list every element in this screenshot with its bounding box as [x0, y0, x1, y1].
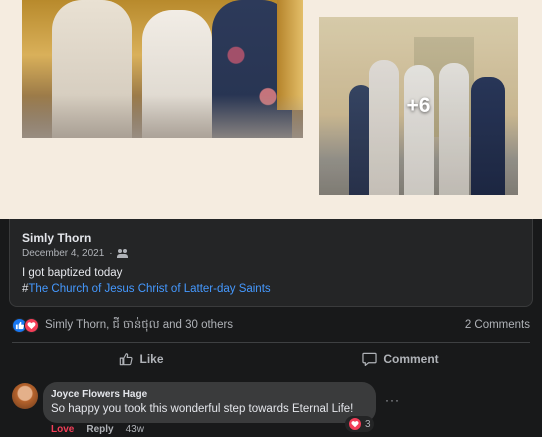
post-photo-main[interactable]: [22, 0, 303, 138]
shared-post-author[interactable]: Simly Thorn: [22, 231, 91, 245]
comments-count[interactable]: 2 Comments: [465, 319, 530, 331]
comment-reactions[interactable]: 3: [345, 416, 374, 432]
comment-button[interactable]: Comment: [271, 346, 530, 372]
like-button[interactable]: Like: [12, 346, 271, 372]
love-reaction-button[interactable]: Love: [51, 424, 74, 435]
photo-grid: +6: [0, 0, 542, 219]
comment-author[interactable]: Joyce Flowers Hage: [51, 389, 147, 400]
post-actions: Like Comment: [12, 346, 530, 372]
reactions-summary: Simly Thorn, ជី ចាន់ថុល and 30 others 2 …: [12, 317, 530, 333]
friends-icon: [116, 249, 128, 258]
shared-post-hashtag: #The Church of Jesus Christ of Latter-da…: [22, 283, 271, 295]
comment-actions: Love Reply 43w: [51, 424, 144, 435]
shared-post-date[interactable]: December 4, 2021: [22, 248, 104, 259]
divider: [12, 342, 530, 343]
thumbs-up-icon: [119, 352, 134, 366]
photo-frame: [277, 0, 303, 110]
shared-post-text: I got baptized today: [22, 267, 123, 279]
post-photo-more[interactable]: +6: [319, 17, 518, 195]
comment-timestamp[interactable]: 43w: [126, 424, 144, 435]
hashtag-link[interactable]: The Church of Jesus Christ of Latter-day…: [28, 283, 270, 295]
meta-separator: ·: [109, 248, 113, 259]
shared-post-meta: December 4, 2021 ·: [22, 248, 128, 259]
comment-bubble: Joyce Flowers Hage So happy you took thi…: [43, 382, 376, 423]
photo-shade: [22, 95, 303, 138]
reaction-names[interactable]: Simly Thorn, ជី ចាន់ថុល and 30 others: [45, 317, 233, 334]
comment-icon: [362, 352, 377, 366]
love-icon: [348, 417, 362, 431]
comment-reaction-count: 3: [365, 418, 371, 430]
shared-post-card[interactable]: Simly Thorn December 4, 2021 · I got bap…: [9, 219, 533, 307]
more-photos-count[interactable]: +6: [319, 17, 518, 195]
more-photos-label: +6: [406, 94, 431, 117]
comment-text: So happy you took this wonderful step to…: [51, 403, 354, 415]
love-icon: [24, 317, 39, 333]
avatar[interactable]: [12, 383, 38, 409]
reply-button[interactable]: Reply: [86, 424, 113, 435]
more-options-icon[interactable]: ···: [385, 393, 400, 407]
reaction-icons[interactable]: [12, 317, 39, 333]
comment-label: Comment: [383, 352, 439, 366]
like-label: Like: [139, 352, 164, 366]
